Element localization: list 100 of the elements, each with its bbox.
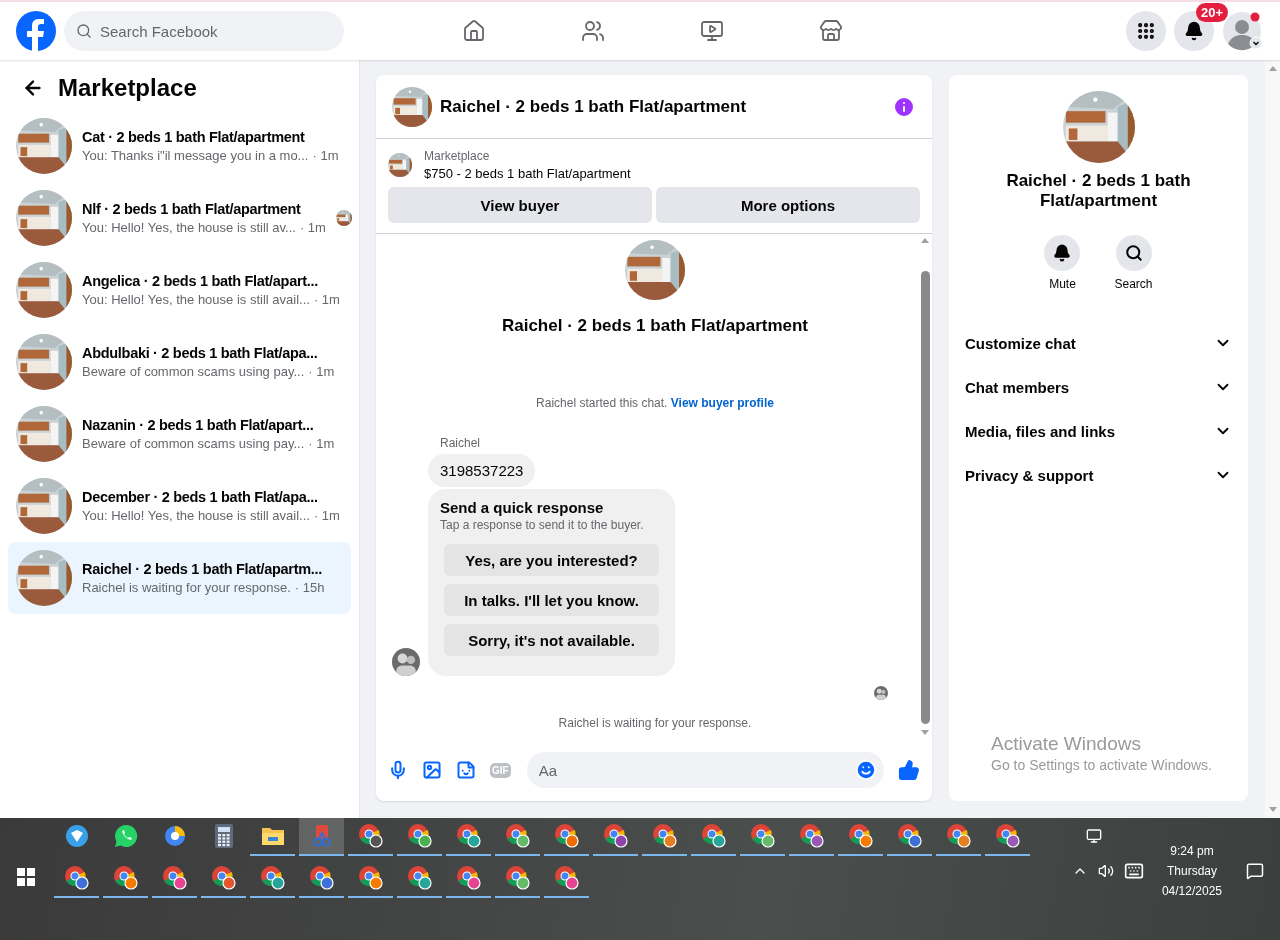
conversation-item[interactable]: Angelica · 2 beds 1 bath Flat/apart... You: Hello! Yes, the house is still avail... · 1m [8, 254, 351, 326]
sidebar-title: Marketplace [58, 74, 197, 102]
clock-time: 9:24 pm [1170, 844, 1214, 858]
conversation-title: Angelica · 2 beds 1 bath Flat/apart... [82, 273, 318, 289]
store-icon[interactable] [818, 19, 843, 43]
browser-profile-icon [553, 865, 580, 891]
conversation-item[interactable]: Abdulbaki · 2 beds 1 bath Flat/apa... Beware of common scams using pay... · 1m [8, 326, 351, 398]
page-scrollbar[interactable] [1265, 60, 1280, 818]
keyboard-icon[interactable] [1123, 861, 1144, 881]
conversation-title: Abdulbaki · 2 beds 1 bath Flat/apa... [82, 345, 318, 361]
browser-icon [162, 824, 187, 848]
home-icon[interactable] [461, 19, 486, 43]
search-icon [1124, 244, 1143, 262]
conversation-item[interactable]: Nazanin · 2 beds 1 bath Flat/apart... Beware of common scams using pay... · 1m [8, 398, 351, 470]
message-preview: Beware of common scams using pay... [82, 364, 305, 379]
conversation-item[interactable]: Raichel · 2 beds 1 bath Flat/apartm... Raichel is waiting for your response. · 15h [8, 542, 351, 614]
grid-icon [1136, 21, 1156, 41]
message-time: · 1m [308, 436, 335, 451]
browser-profile-icon [504, 823, 531, 849]
browser-profile-icon [63, 865, 90, 891]
calculator-icon [213, 824, 234, 848]
search-field[interactable]: Search Facebook [64, 11, 344, 51]
profile-avatar-icon[interactable] [1222, 10, 1264, 52]
search-icon [76, 23, 92, 39]
activation-title: Activate Windows [991, 733, 1142, 755]
quick-response-button[interactable]: Sorry, it's not available. [444, 624, 659, 656]
listing-source: Marketplace [424, 149, 491, 163]
browser-profile-icon [112, 865, 139, 891]
section-title[interactable]: Media, files and links [965, 422, 1116, 440]
chat-intro-title: Raichel · 2 beds 1 bath Flat/apartment [501, 316, 809, 336]
notification-count: 20+ [1195, 3, 1228, 22]
browser-profile-icon [945, 823, 972, 849]
conversation-title: Raichel · 2 beds 1 bath Flat/apartm... [82, 561, 322, 577]
browser-profile-icon [259, 865, 286, 891]
quick-response-button[interactable]: In talks. I'll let you know. [444, 584, 659, 616]
message-time: · 15h [294, 580, 325, 595]
message-preview: Raichel is waiting for your response. [82, 580, 291, 595]
browser-profile-icon [553, 823, 580, 849]
notification-center-icon[interactable] [1246, 862, 1264, 880]
sticker-icon[interactable] [456, 760, 476, 780]
browser-profile-icon [504, 865, 531, 891]
conversation-item[interactable]: Cat · 2 beds 1 bath Flat/apartment You: Thanks i"il message you in a mo... · 1m [8, 110, 351, 182]
chat-bubble-icon [113, 824, 138, 848]
section-title[interactable]: Privacy & support [965, 466, 1094, 484]
browser-profile-icon [798, 823, 825, 849]
browser-profile-icon [651, 823, 678, 849]
facebook-logo[interactable] [16, 11, 56, 51]
conversation-item[interactable]: December · 2 beds 1 bath Flat/apa... You: Hello! Yes, the house is still avail... · 1m [8, 470, 351, 542]
menu-button[interactable] [1126, 11, 1166, 51]
browser-profile-icon [896, 823, 923, 849]
browser-profile-icon [455, 865, 482, 891]
conversation-title: Cat · 2 beds 1 bath Flat/apartment [82, 129, 305, 145]
message-preview: You: Hello! Yes, the house is still av... [82, 220, 296, 235]
listing-summary: $750 - 2 beds 1 bath Flat/apartment [424, 166, 631, 181]
windows-start-icon[interactable] [17, 868, 35, 886]
message-preview: You: Hello! Yes, the house is still avail... [82, 292, 310, 307]
message-field[interactable]: Aa [526, 752, 884, 788]
microphone-icon[interactable] [388, 760, 408, 780]
section-title[interactable]: Chat members [965, 378, 1070, 396]
conversation-item[interactable]: Nlf · 2 beds 1 bath Flat/apartment You: Hello! Yes, the house is still av... · 1m [8, 182, 351, 254]
clock-date: 04/12/2025 [1161, 884, 1222, 898]
browser-profile-icon [602, 823, 629, 849]
clock-day: Thursday [1166, 864, 1217, 878]
volume-icon[interactable] [1097, 863, 1114, 879]
photo-icon[interactable] [422, 760, 442, 780]
listing-button[interactable]: More options [656, 187, 920, 223]
browser-profile-icon [210, 865, 237, 891]
browser-profile-icon [994, 823, 1021, 849]
emoji-icon[interactable] [855, 759, 877, 781]
activation-message: Go to Settings to activate Windows. [991, 757, 1212, 773]
message-time: · 1m [313, 292, 340, 307]
chat-started-note: Raichel started this chat. View buyer profile [536, 396, 774, 410]
buyer-profile-link[interactable]: View buyer profile [670, 396, 774, 410]
browser-profile-icon [357, 823, 384, 849]
browser-profile-icon [406, 823, 433, 849]
message-time: · 1m [312, 148, 339, 163]
message-time: · 1m [299, 220, 326, 235]
details-title: Raichel · 2 beds 1 bath Flat/apartment [1005, 171, 1192, 211]
quick-response-title: Send a quick response [440, 499, 605, 516]
bell-icon [1053, 244, 1072, 262]
sender-name: Raichel [440, 436, 482, 450]
message-preview: You: Thanks i"il message you in a mo... [82, 148, 309, 163]
chat-title: Raichel · 2 beds 1 bath Flat/apartment [440, 96, 748, 117]
quick-response-button[interactable]: Yes, are you interested? [444, 544, 659, 576]
message-preview: You: Hello! Yes, the house is still avail... [82, 508, 310, 523]
people-icon[interactable] [580, 19, 605, 43]
browser-profile-icon [406, 865, 433, 891]
browser-profile-icon [161, 865, 188, 891]
bell-icon [1184, 21, 1204, 41]
video-icon[interactable] [699, 19, 724, 43]
shield-icon [64, 824, 89, 848]
like-icon[interactable] [898, 759, 920, 781]
conversation-title: December · 2 beds 1 bath Flat/apa... [82, 489, 318, 505]
browser-profile-icon [455, 823, 482, 849]
message-time: · 1m [308, 364, 335, 379]
section-title[interactable]: Customize chat [965, 334, 1076, 352]
listing-button[interactable]: View buyer [388, 187, 652, 223]
browser-profile-icon [357, 865, 384, 891]
browser-profile-icon [700, 823, 727, 849]
conversation-title: Nazanin · 2 beds 1 bath Flat/apart... [82, 417, 314, 433]
